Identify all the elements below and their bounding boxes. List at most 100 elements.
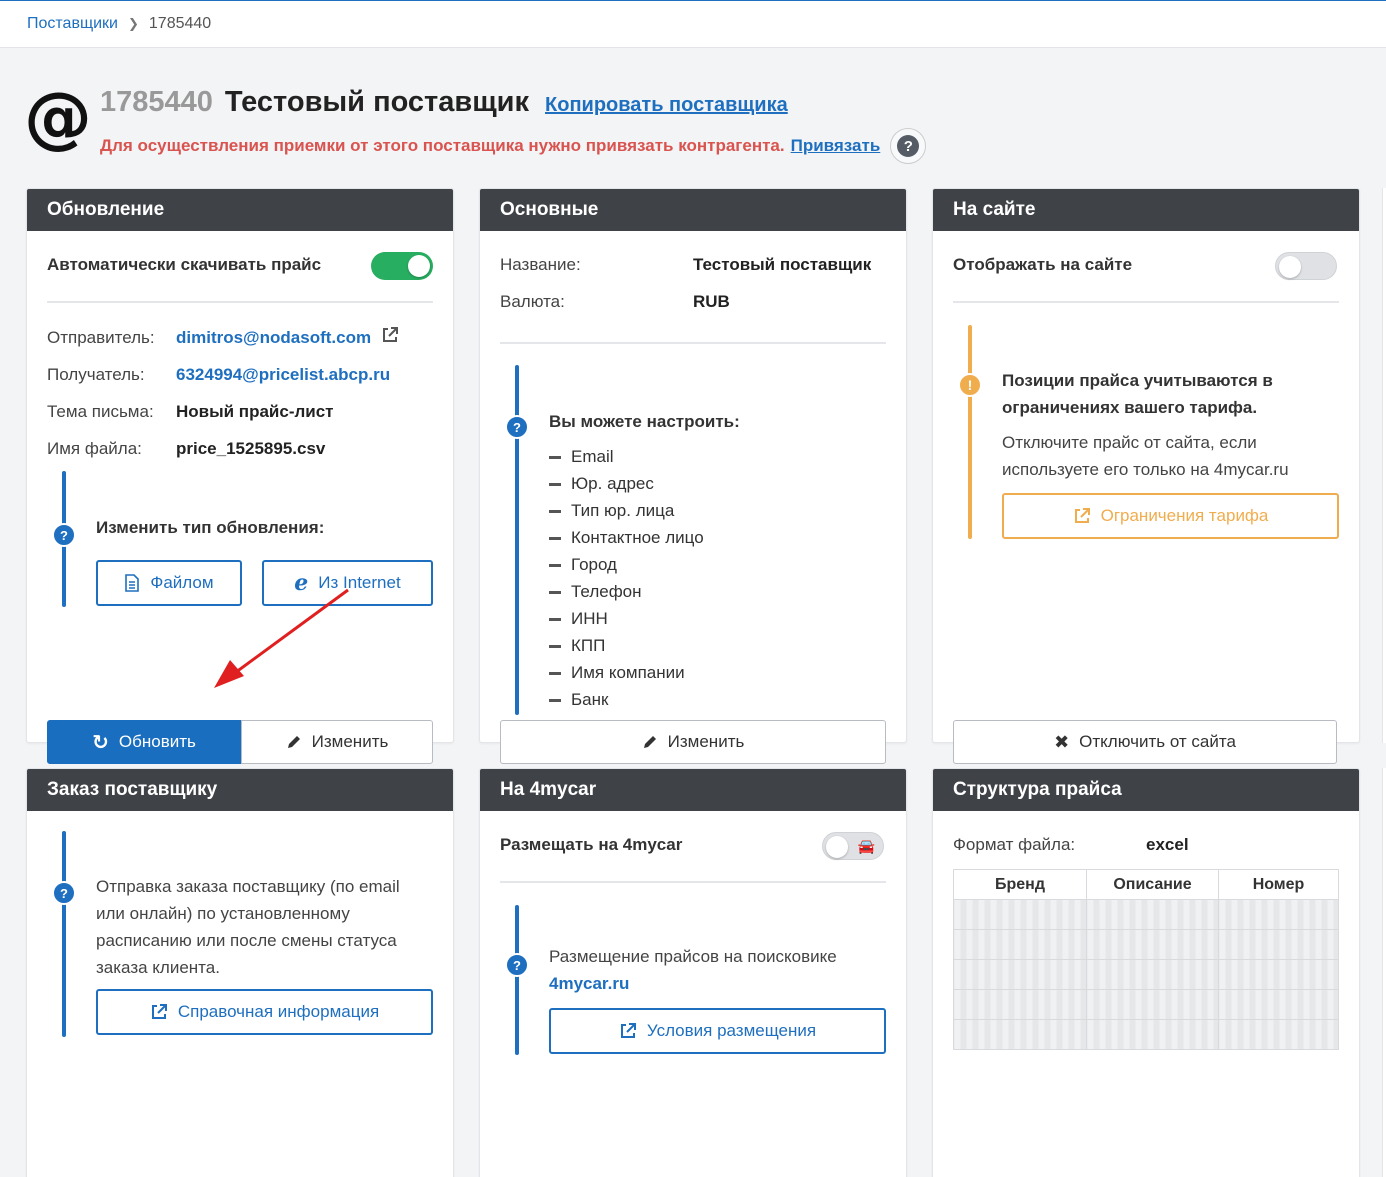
- table-cell: [953, 929, 1087, 960]
- show-on-site-toggle[interactable]: [1275, 252, 1337, 280]
- column-header-number: Номер: [1218, 869, 1339, 900]
- external-link-icon[interactable]: [381, 326, 399, 349]
- table-cell: [1086, 989, 1219, 1020]
- dash-icon: [549, 536, 561, 540]
- file-icon: [124, 574, 140, 592]
- toggle-knob: [1279, 256, 1301, 278]
- auto-download-label: Автоматически скачивать прайс: [47, 255, 322, 274]
- sender-row: Отправитель: dimitros@nodasoft.com: [47, 326, 399, 349]
- copy-supplier-link[interactable]: Копировать поставщика: [545, 94, 788, 117]
- dash-icon: [549, 671, 561, 675]
- table-row: [953, 929, 1339, 960]
- order-card-title: Заказ поставщику: [27, 769, 453, 811]
- refresh-button[interactable]: ↻ Обновить: [47, 720, 241, 764]
- structure-card-title: Структура прайса: [933, 769, 1359, 811]
- table-cell: [1086, 929, 1219, 960]
- change-update-type-label: Изменить тип обновления:: [96, 518, 325, 537]
- warning-row: Для осуществления приемки от этого поста…: [100, 128, 927, 164]
- dash-icon: [549, 698, 561, 702]
- structure-card: Структура прайса Формат файла: excel Бре…: [932, 768, 1360, 1177]
- site-card-title: На сайте: [933, 189, 1359, 231]
- supplier-id: 1785440: [100, 86, 213, 118]
- table-cell: [953, 959, 1087, 990]
- main-card: Основные Название: Тестовый поставщик Ва…: [479, 188, 907, 764]
- breadcrumb: Поставщики ❯ 1785440: [0, 0, 1386, 48]
- subject-label: Тема письма:: [47, 402, 154, 421]
- question-icon: ?: [52, 881, 76, 905]
- price-structure-table: Бренд Описание Номер: [953, 869, 1339, 1050]
- table-row: [953, 959, 1339, 990]
- edit-main-button[interactable]: Изменить: [500, 720, 886, 764]
- list-item: Юр. адрес: [549, 474, 654, 494]
- dash-icon: [549, 509, 561, 513]
- place-on-4mycar-label: Размещать на 4mycar: [500, 835, 683, 854]
- list-item-label: Город: [571, 555, 617, 574]
- notice-line: [968, 325, 972, 539]
- list-item-label: Имя компании: [571, 663, 685, 682]
- sender-email-link[interactable]: dimitros@nodasoft.com: [176, 328, 371, 349]
- question-icon: ?: [505, 415, 529, 439]
- bind-counterparty-link[interactable]: Привязать: [791, 136, 881, 156]
- external-link-icon: [1073, 507, 1091, 525]
- filename-row: Имя файла: price_1525895.csv: [47, 439, 325, 459]
- site-card: На сайте Отображать на сайте ! Позиции п…: [932, 188, 1360, 764]
- recipient-email-link[interactable]: 6324994@pricelist.abcp.ru: [176, 365, 390, 385]
- place-on-4mycar-toggle[interactable]: 🚘: [822, 832, 884, 860]
- can-configure-label: Вы можете настроить:: [549, 412, 740, 431]
- file-format-value: excel: [1146, 835, 1189, 854]
- dash-icon: [549, 455, 561, 459]
- main-card-title: Основные: [480, 189, 906, 231]
- warning-text: Для осуществления приемки от этого поста…: [100, 136, 785, 155]
- pencil-icon: [286, 734, 302, 750]
- close-icon: ✖: [1054, 731, 1070, 752]
- file-format-row: Формат файла: excel: [953, 835, 1189, 855]
- reference-info-label: Справочная информация: [177, 1002, 380, 1021]
- auto-download-toggle[interactable]: [371, 252, 433, 280]
- edit-label: Изменить: [311, 732, 389, 751]
- toggle-knob: [826, 836, 848, 858]
- name-label: Название:: [500, 255, 581, 274]
- placement-text: Размещение прайсов на поисковике: [549, 947, 837, 966]
- list-item-label: Телефон: [571, 582, 642, 601]
- table-row: [953, 899, 1339, 930]
- exclamation-icon: !: [958, 373, 982, 397]
- table-cell: [1218, 899, 1339, 930]
- tariff-limits-label: Ограничения тарифа: [1100, 506, 1269, 525]
- divider: [500, 342, 886, 344]
- table-cell: [1086, 1019, 1219, 1050]
- annotation-arrow-icon: [214, 588, 349, 688]
- breadcrumb-suppliers-link[interactable]: Поставщики: [27, 15, 118, 33]
- table-cell: [1086, 959, 1219, 990]
- dash-icon: [549, 482, 561, 486]
- refresh-label: Обновить: [118, 732, 196, 751]
- mycar-card-title: На 4mycar: [480, 769, 906, 811]
- list-item-label: Банк: [571, 690, 609, 709]
- list-item-label: ИНН: [571, 609, 608, 628]
- order-description: Отправка заказа поставщику (по email или…: [96, 877, 400, 977]
- help-button[interactable]: ?: [890, 128, 927, 164]
- name-value: Тестовый поставщик: [693, 255, 872, 274]
- list-item: Email: [549, 447, 614, 467]
- column-header-description: Описание: [1086, 869, 1219, 900]
- breadcrumb-separator-icon: ❯: [127, 16, 139, 31]
- car-icon: 🚘: [857, 838, 875, 854]
- tariff-notice-text: Отключите прайс от сайта, если используе…: [1002, 433, 1289, 479]
- subject-value: Новый прайс-лист: [176, 402, 334, 421]
- list-item: ИНН: [549, 609, 608, 629]
- divider: [500, 881, 886, 883]
- tariff-notice-bold: Позиции прайса учитываются в ограничения…: [1002, 371, 1273, 417]
- partial-card-edge: [1382, 188, 1386, 743]
- dash-icon: [549, 644, 561, 648]
- 4mycar-link[interactable]: 4mycar.ru: [549, 974, 629, 994]
- dash-icon: [549, 563, 561, 567]
- table-row: [953, 989, 1339, 1020]
- table-cell: [1218, 1019, 1339, 1050]
- disconnect-from-site-button[interactable]: ✖ Отключить от сайта: [953, 720, 1337, 764]
- list-item: Город: [549, 555, 617, 575]
- placement-terms-button[interactable]: Условия размещения: [549, 1008, 886, 1054]
- edit-update-button[interactable]: Изменить: [241, 720, 433, 764]
- reference-info-button[interactable]: Справочная информация: [96, 989, 433, 1035]
- info-line: [515, 905, 519, 1055]
- question-icon: ?: [52, 523, 76, 547]
- tariff-limits-button[interactable]: Ограничения тарифа: [1002, 493, 1339, 539]
